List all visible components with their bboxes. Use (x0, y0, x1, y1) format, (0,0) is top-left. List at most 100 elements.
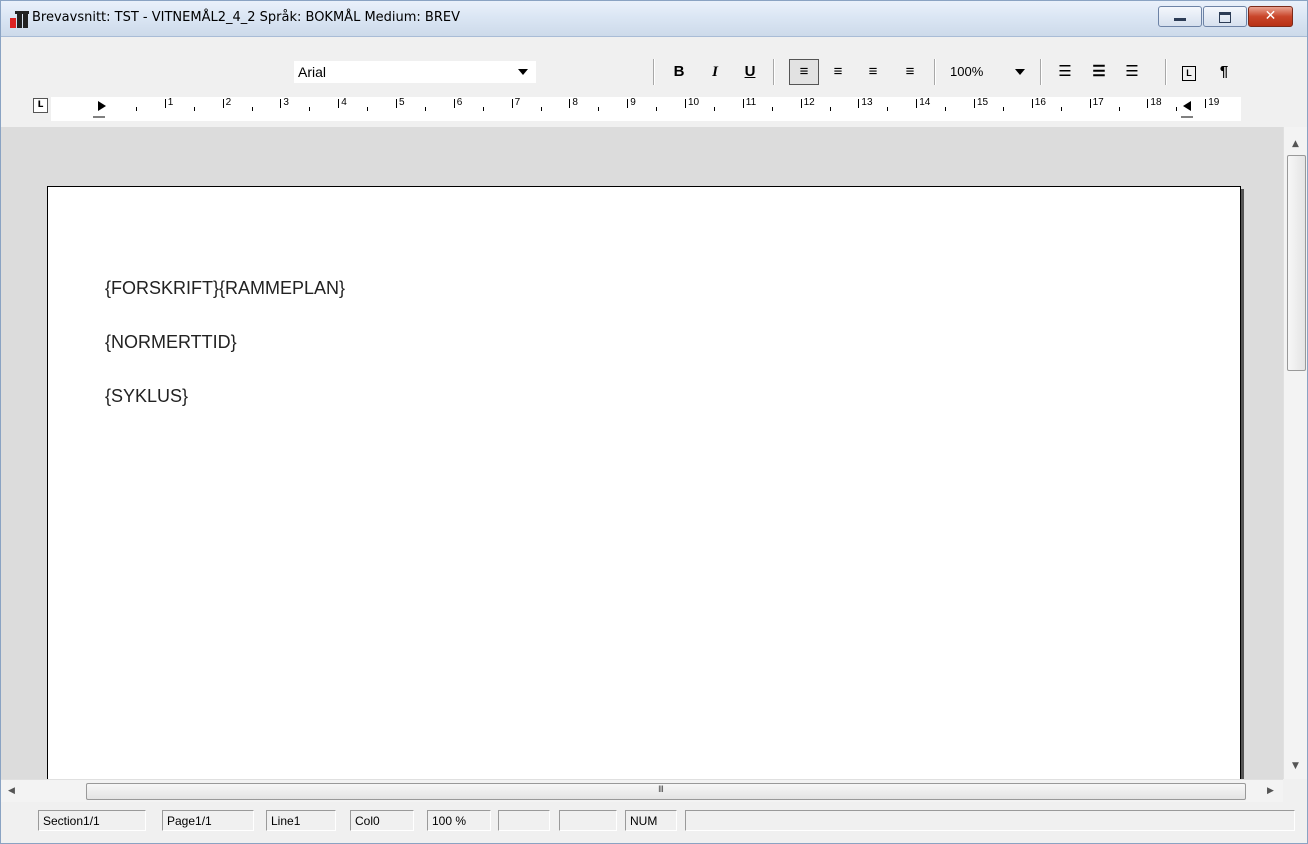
underline-button[interactable]: U (738, 59, 762, 85)
document-line[interactable]: {NORMERTTID} (105, 332, 237, 353)
ruler-number: 7 (511, 97, 521, 108)
ruler-tick (1002, 107, 1004, 111)
ruler-tick (482, 107, 484, 111)
first-line-indent-marker (98, 101, 106, 111)
ruler-number: 12 (800, 97, 815, 108)
scroll-right-icon[interactable]: ▶ (1267, 786, 1274, 796)
bullet-list-button[interactable]: ☰ (1087, 59, 1111, 85)
maximize-button[interactable] (1203, 6, 1247, 27)
ruler-tick (367, 107, 369, 111)
scroll-grip: III (658, 785, 664, 795)
status-line: Line1 (266, 810, 336, 831)
scroll-left-icon[interactable]: ◀ (8, 786, 15, 796)
horizontal-scroll-thumb[interactable]: III (86, 783, 1246, 800)
status-message (685, 810, 1295, 831)
ruler-tick (193, 107, 195, 111)
zoom-select-value: 100% (950, 64, 984, 79)
ruler-number: 8 (569, 97, 578, 108)
document-line[interactable]: {FORSKRIFT}{RAMMEPLAN} (105, 278, 345, 299)
horizontal-ruler[interactable]: 1 2 3 4 5 6 7 8 9 10 11 12 13 14 15 16 17 18 19 (51, 97, 1241, 121)
ruler-number: 11 (742, 97, 757, 108)
ruler-tick (887, 107, 889, 111)
tabstop-button[interactable]: L (1177, 59, 1201, 85)
scrollbar-corner (1283, 779, 1307, 801)
ruler-tick (1176, 107, 1178, 111)
vertical-scroll-thumb[interactable] (1287, 155, 1306, 371)
chevron-down-icon[interactable] (1015, 69, 1025, 75)
minimize-icon (1174, 18, 1186, 21)
tabstop-icon: L (1182, 66, 1196, 81)
font-select[interactable]: Arial (294, 61, 536, 83)
show-formatting-button[interactable]: ¶ (1212, 59, 1236, 85)
status-section: Section1/1 (38, 810, 146, 831)
vertical-scrollbar[interactable]: ▲ ▼ (1283, 127, 1307, 779)
chevron-down-icon[interactable] (518, 69, 528, 75)
horizontal-scrollbar[interactable]: ◀ III ▶ (1, 779, 1283, 802)
ruler-tick (251, 107, 253, 111)
ruler-tick (656, 107, 658, 111)
ruler-tick (1060, 107, 1062, 111)
document-area[interactable]: {FORSKRIFT}{RAMMEPLAN} {NORMERTTID} {SYK… (1, 127, 1283, 779)
status-zoom: 100 % (427, 810, 491, 831)
scroll-up-icon[interactable]: ▲ (1292, 139, 1299, 149)
justify-button[interactable]: ≡ (898, 59, 922, 85)
italic-button[interactable]: I (703, 59, 727, 85)
toolbar-divider (773, 59, 775, 85)
numbered-list-button[interactable]: ☰ (1053, 59, 1077, 85)
close-icon: ✕ (1264, 8, 1277, 24)
document-page[interactable]: {FORSKRIFT}{RAMMEPLAN} {NORMERTTID} {SYK… (47, 186, 1241, 779)
ruler-number: 14 (916, 97, 931, 108)
status-numlock: NUM (625, 810, 677, 831)
align-center-button[interactable]: ≡ (861, 59, 885, 85)
toolbar-divider (1165, 59, 1167, 85)
ruler-number: 19 (1205, 97, 1220, 108)
right-indent-marker (1183, 101, 1191, 111)
app-window: Brevavsnitt: TST - VITNEMÅL2_4_2 Språk: … (0, 0, 1308, 844)
app-logo-icon (10, 9, 30, 28)
outline-list-button[interactable]: ☰ (1120, 59, 1144, 85)
ruler-bar: L 1 2 3 4 5 6 7 8 9 10 11 12 13 14 15 16 17 18 19 (1, 91, 1307, 127)
ruler-tick (1118, 107, 1120, 111)
zoom-select[interactable]: 100% (946, 61, 1031, 83)
tab-type-button[interactable]: L (33, 98, 48, 113)
bold-button[interactable]: B (667, 59, 691, 85)
maximize-icon (1219, 12, 1231, 23)
scroll-down-icon[interactable]: ▼ (1292, 761, 1299, 771)
status-empty (498, 810, 550, 831)
ruler-number: 6 (454, 97, 463, 108)
ruler-tick (309, 107, 311, 111)
status-col: Col0 (350, 810, 414, 831)
window-title: Brevavsnitt: TST - VITNEMÅL2_4_2 Språk: … (32, 10, 460, 25)
status-bar: Section1/1 Page1/1 Line1 Col0 100 % NUM (1, 802, 1307, 843)
ruler-tick (424, 107, 426, 111)
formatting-toolbar: Arial B I U ≡ ≡ ≡ ≡ 100% ☰ ☰ ☰ L ¶ (1, 37, 1307, 91)
ruler-number: 13 (858, 97, 873, 108)
ruler-tick (713, 107, 715, 111)
font-select-value: Arial (298, 64, 327, 80)
ruler-number: 10 (684, 97, 700, 108)
ruler-number: 16 (1031, 97, 1046, 108)
ruler-number: 18 (1147, 97, 1162, 108)
ruler-number: 17 (1089, 97, 1104, 108)
minimize-button[interactable] (1158, 6, 1202, 27)
toolbar-divider (653, 59, 655, 85)
ruler-tick (540, 107, 542, 111)
title-bar[interactable]: Brevavsnitt: TST - VITNEMÅL2_4_2 Språk: … (1, 1, 1307, 37)
ruler-number: 3 (280, 97, 289, 108)
ruler-number: 4 (338, 97, 347, 108)
align-right-button[interactable]: ≡ (826, 59, 850, 85)
ruler-tick (771, 107, 773, 111)
toolbar-divider (934, 59, 936, 85)
ruler-number: 2 (222, 97, 232, 108)
toolbar-divider (1040, 59, 1042, 85)
align-left-button[interactable]: ≡ (789, 59, 819, 85)
status-page: Page1/1 (162, 810, 254, 831)
ruler-tick (598, 107, 600, 111)
ruler-number: 15 (973, 97, 989, 108)
ruler-number: 9 (627, 97, 636, 108)
ruler-number: 1 (165, 97, 174, 108)
document-line[interactable]: {SYKLUS} (105, 386, 188, 407)
close-button[interactable]: ✕ (1248, 6, 1293, 27)
ruler-tick (945, 107, 947, 111)
ruler-number: 5 (396, 97, 405, 108)
